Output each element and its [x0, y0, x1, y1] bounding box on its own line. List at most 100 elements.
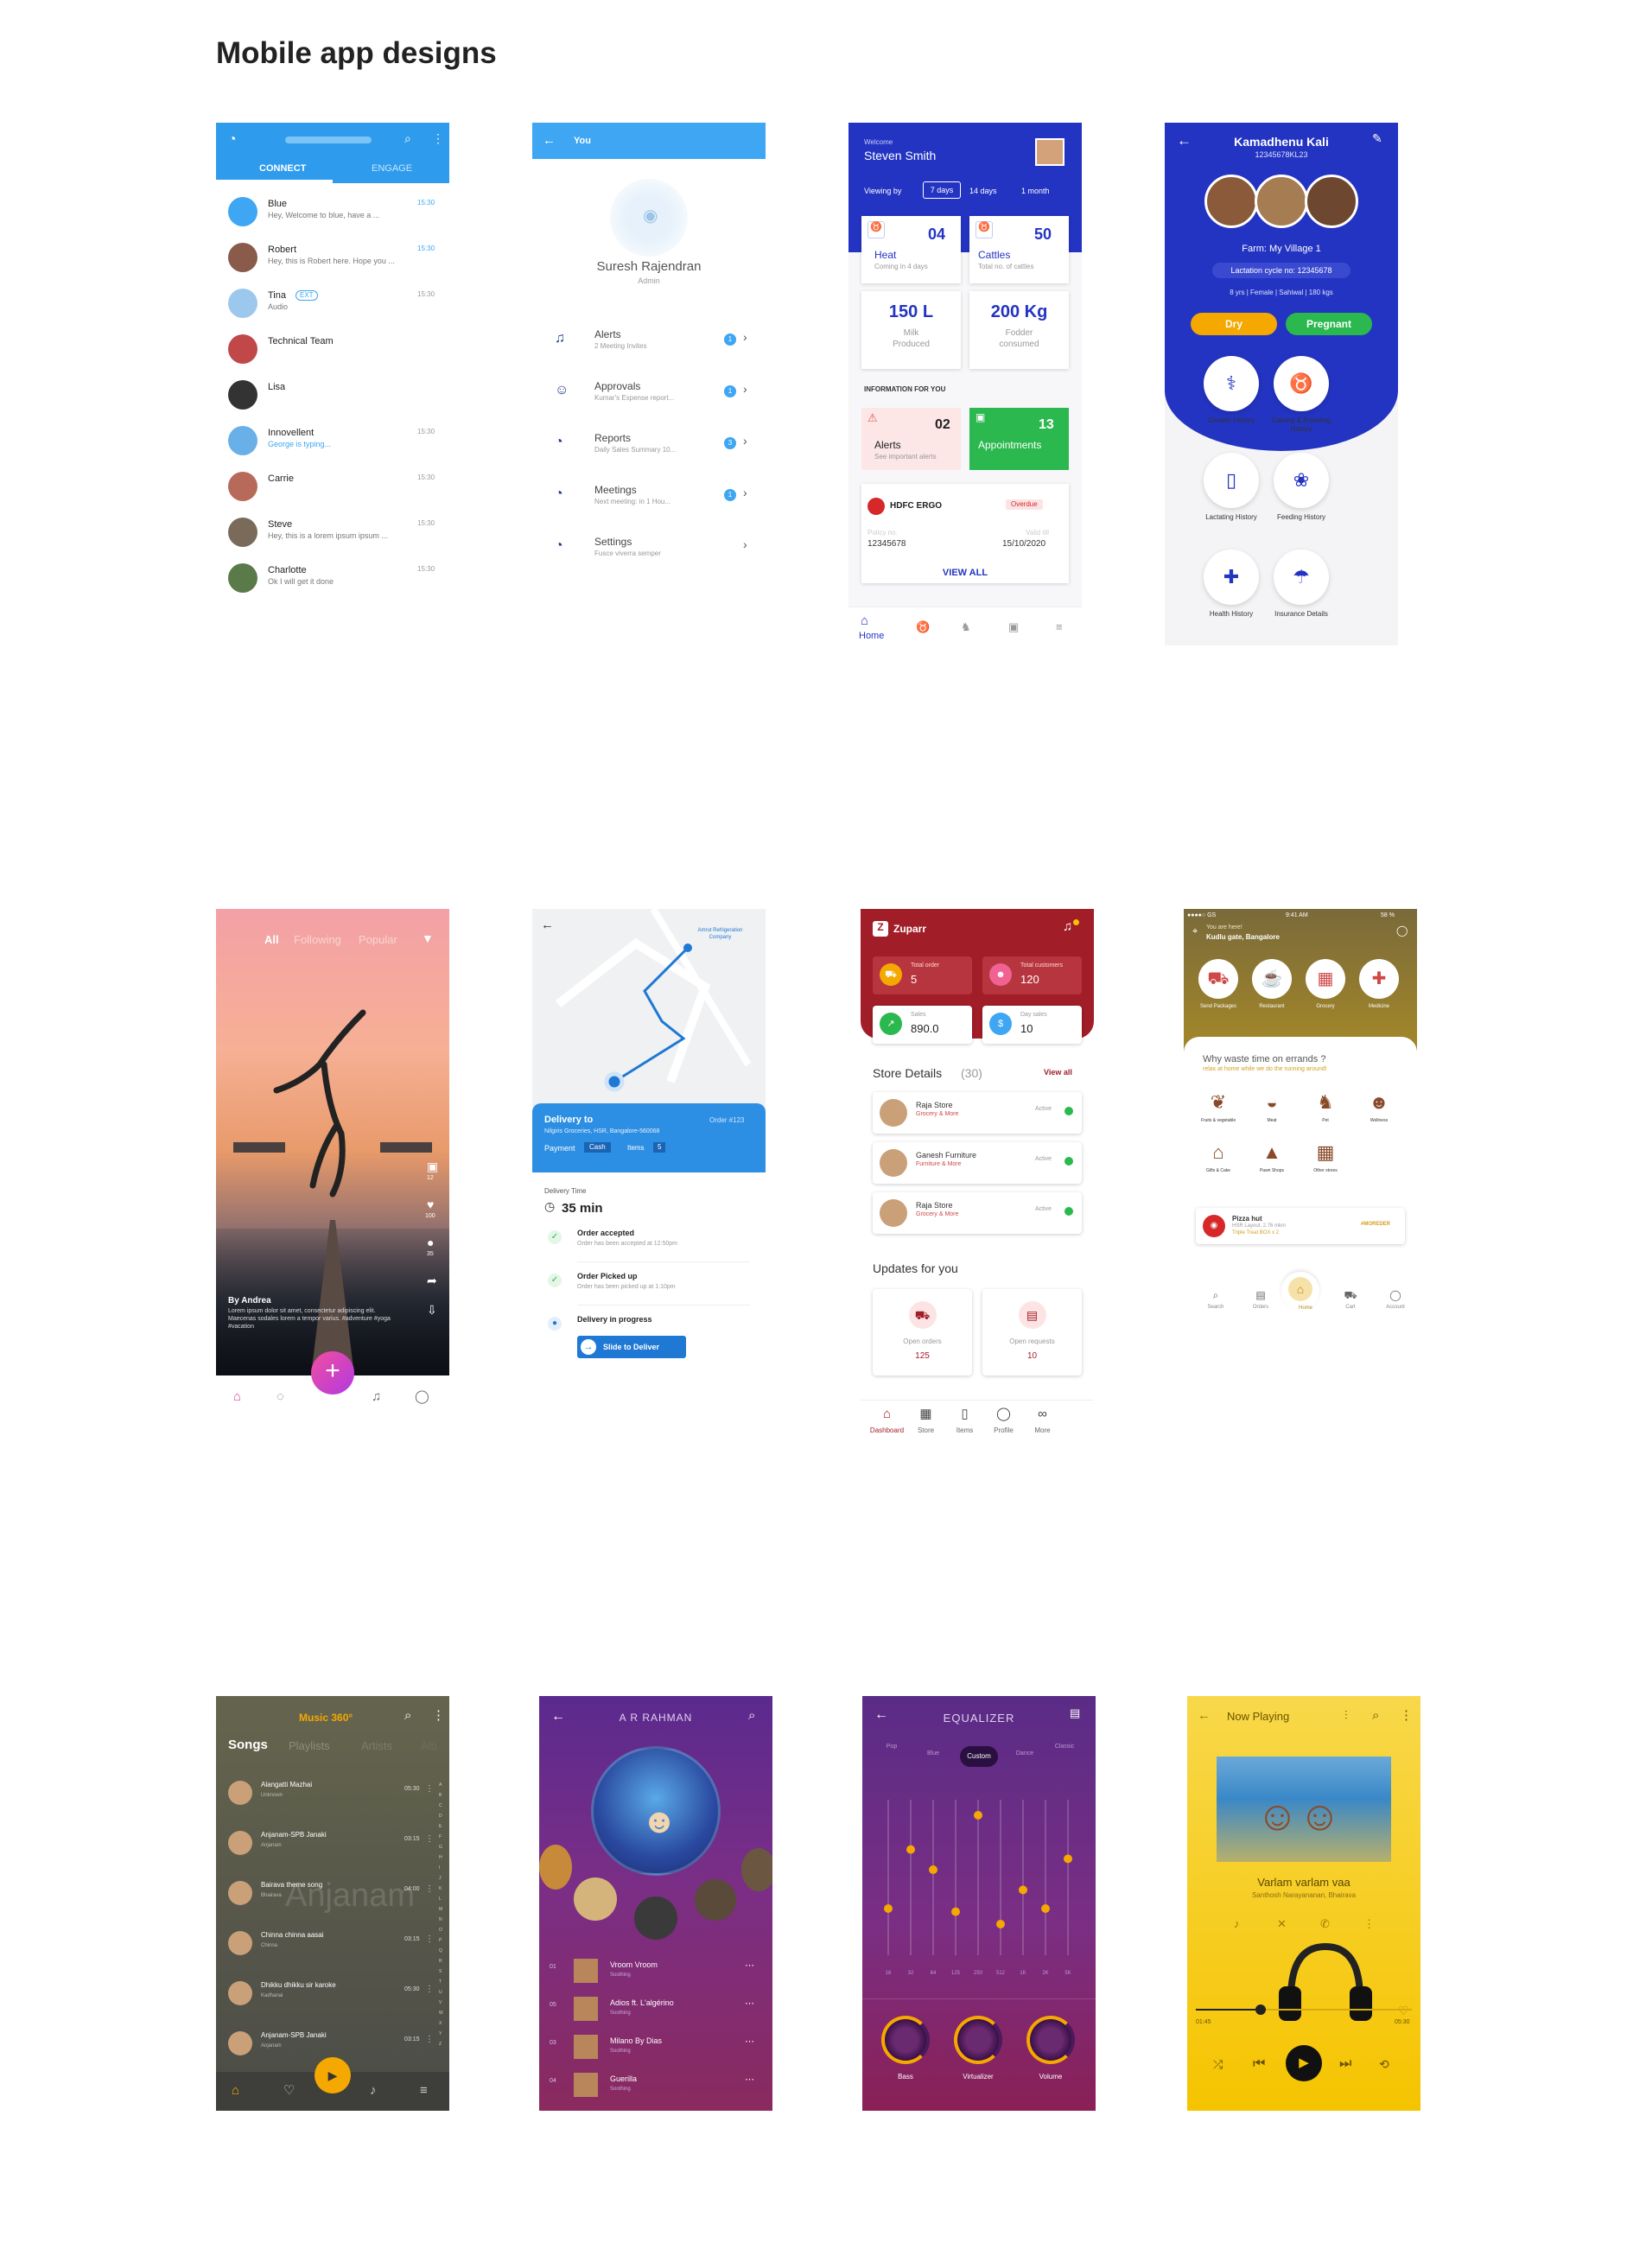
- category-2[interactable]: ▦ Grocery: [1301, 959, 1350, 1011]
- nav-store[interactable]: ▦ Store: [906, 1407, 945, 1435]
- song-more-icon[interactable]: ⋯: [745, 1998, 754, 2011]
- home-icon[interactable]: ⌂: [233, 1389, 241, 1406]
- more-icon[interactable]: ⋮: [432, 131, 444, 147]
- eq-sliders[interactable]: [862, 1791, 1096, 1964]
- home-icon[interactable]: ⌂: [1288, 1277, 1312, 1301]
- menu-item-meetings[interactable]: ◔ Meetings Next meeting: in 1 Hou... 1 ›: [532, 477, 766, 520]
- preset-dance[interactable]: Dance: [1006, 1748, 1044, 1760]
- album-cover-3[interactable]: [634, 1896, 677, 1940]
- alpha-letter[interactable]: J: [439, 1876, 442, 1881]
- chat-row[interactable]: Charlotte Ok I will get it done 15:30: [216, 560, 449, 603]
- view-all-link[interactable]: View all: [1044, 1068, 1072, 1077]
- home-icon[interactable]: ⌂: [861, 613, 868, 630]
- heart-icon[interactable]: ♡: [1398, 2004, 1409, 2019]
- song-more-icon[interactable]: ⋮: [425, 1934, 434, 1946]
- dry-button[interactable]: Dry: [1191, 313, 1277, 335]
- alpha-letter[interactable]: D: [439, 1814, 442, 1819]
- tab-songs[interactable]: Songs: [228, 1738, 268, 1754]
- alpha-letter[interactable]: R: [439, 1959, 442, 1964]
- chat-row[interactable]: Tina EXT Audio 15:30: [216, 285, 449, 328]
- bell-icon[interactable]: ♫: [1063, 919, 1072, 936]
- subcategory-2[interactable]: ♞ Pet: [1301, 1090, 1350, 1123]
- add-button[interactable]: +: [311, 1351, 354, 1394]
- alpha-letter[interactable]: N: [439, 1917, 442, 1922]
- song-more-icon[interactable]: ⋯: [745, 2036, 754, 2049]
- chat-row[interactable]: Blue Hey, Welcome to blue, have a ... 15:3…: [216, 194, 449, 237]
- song-more-icon[interactable]: ⋯: [745, 1960, 754, 1973]
- heart-icon[interactable]: ♥: [427, 1198, 434, 1213]
- eq-knob[interactable]: [906, 1845, 915, 1854]
- nav-orders[interactable]: ▤ Orders: [1239, 1289, 1282, 1312]
- menu-item-settings[interactable]: ◔ Settings Fusce viverra semper ›: [532, 529, 766, 572]
- preset-pop[interactable]: Pop: [873, 1741, 911, 1753]
- gift-icon[interactable]: ▣: [427, 1159, 438, 1175]
- alpha-letter[interactable]: Z: [439, 2042, 442, 2047]
- song-more-icon[interactable]: ⋮: [425, 1834, 434, 1846]
- alpha-letter[interactable]: U: [439, 1990, 442, 1995]
- artist-song-row[interactable]: 05 Adios ft. L'algérino Soothing ⋯: [539, 1993, 772, 2028]
- alpha-letter[interactable]: L: [439, 1896, 442, 1902]
- chat-row[interactable]: Technical Team: [216, 331, 449, 374]
- song-more-icon[interactable]: ⋯: [745, 2074, 754, 2087]
- equalizer-icon[interactable]: ⫶: [1344, 1708, 1348, 1724]
- history-item[interactable]: ❀ Feeding History: [1262, 453, 1398, 543]
- menu-item-approvals[interactable]: ☺ Approvals Kumar's Expense report... 1 ›: [532, 373, 766, 416]
- alpha-letter[interactable]: E: [439, 1824, 442, 1829]
- alpha-letter[interactable]: F: [439, 1834, 442, 1839]
- more-icon[interactable]: ⋮: [1400, 1708, 1413, 1725]
- chat-row[interactable]: Lisa: [216, 377, 449, 420]
- alpha-letter[interactable]: H: [439, 1855, 442, 1860]
- alpha-letter[interactable]: S: [439, 1969, 442, 1974]
- eq-knob[interactable]: [1064, 1854, 1072, 1864]
- nav-profile[interactable]: ◯ Profile: [984, 1407, 1023, 1435]
- alpha-letter[interactable]: V: [439, 2000, 442, 2005]
- back-arrow-icon[interactable]: ←: [543, 133, 556, 149]
- user-icon[interactable]: ◯: [1396, 924, 1408, 937]
- nav-cart[interactable]: ⛟ Cart: [1329, 1289, 1372, 1312]
- search-icon[interactable]: ⌕: [1372, 1708, 1379, 1725]
- knob-dial[interactable]: [954, 2016, 1002, 2064]
- arrow-right-icon[interactable]: →: [581, 1339, 596, 1355]
- alpha-letter[interactable]: A: [439, 1782, 442, 1788]
- location-name[interactable]: Kudlu gate, Bangalore: [1206, 933, 1280, 942]
- next-icon[interactable]: ⏭: [1339, 2055, 1351, 2073]
- nav-home[interactable]: Home: [859, 631, 884, 643]
- chat-row[interactable]: Innovellent George is typing... 15:30: [216, 422, 449, 466]
- nav-more[interactable]: ∞ More: [1023, 1407, 1062, 1435]
- album-cover-5[interactable]: [741, 1848, 772, 1891]
- nav-home[interactable]: Home: [1284, 1303, 1327, 1312]
- cow-nav-icon[interactable]: ♉: [916, 620, 930, 634]
- cattle-nav-icon[interactable]: ♞: [961, 620, 971, 634]
- eq-knob[interactable]: [884, 1904, 893, 1913]
- knob-volume[interactable]: Volume: [1016, 2016, 1085, 2081]
- chat-row[interactable]: Robert Hey, this is Robert here. Hope you…: [216, 239, 449, 283]
- alpha-letter[interactable]: B: [439, 1793, 442, 1798]
- tab-artists[interactable]: Artists: [361, 1739, 392, 1753]
- tab-all[interactable]: All: [264, 933, 279, 947]
- menu-item-reports[interactable]: ◔ Reports Daily Sales Summary 10... 3 ›: [532, 425, 766, 468]
- subcategory-6[interactable]: ▦ Other stores: [1301, 1140, 1350, 1173]
- open-requests-card[interactable]: ▤ Open requests 10: [982, 1289, 1082, 1375]
- chat-icon[interactable]: ◌: [276, 1389, 284, 1406]
- heart-icon[interactable]: ♡: [283, 2083, 295, 2100]
- alpha-letter[interactable]: M: [439, 1907, 442, 1912]
- eq-knob[interactable]: [974, 1811, 982, 1820]
- song-more-icon[interactable]: ⋮: [425, 1985, 434, 1996]
- song-row[interactable]: Anjanam-SPB Janaki Anjanam 03:15 ⋮: [216, 1824, 434, 1867]
- chat-row[interactable]: Carrie 15:30: [216, 468, 449, 511]
- song-row[interactable]: Alangatti Mazhai Unknown 05:30 ⋮: [216, 1774, 434, 1817]
- subcategory-0[interactable]: ❦ Fruits & vegetable: [1194, 1090, 1242, 1123]
- alpha-letter[interactable]: K: [439, 1886, 442, 1891]
- store-row[interactable]: Raja Store Grocery & More Active: [873, 1192, 1082, 1234]
- tab-engage[interactable]: ENGAGE: [372, 163, 412, 175]
- search-icon[interactable]: ⌕: [748, 1708, 755, 1725]
- home-icon[interactable]: ⌂: [232, 2083, 239, 2100]
- nav-items[interactable]: ▯ Items: [945, 1407, 984, 1435]
- artist-song-row[interactable]: 03 Milano By Dias Soothing ⋯: [539, 2031, 772, 2066]
- nav-account[interactable]: ◯ Account: [1374, 1289, 1417, 1312]
- tab-playlists[interactable]: Playlists: [289, 1739, 330, 1753]
- nav-search[interactable]: ⌕ Search: [1194, 1289, 1237, 1312]
- song-more-icon[interactable]: ⋮: [425, 1884, 434, 1896]
- calendar-nav-icon[interactable]: ▣: [1008, 620, 1019, 634]
- category-1[interactable]: ☕ Restaurant: [1248, 959, 1296, 1011]
